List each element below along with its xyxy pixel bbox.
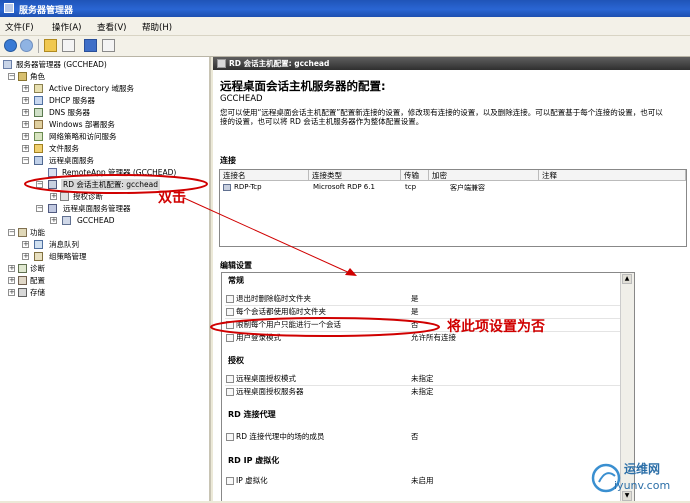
setting-highlight	[210, 317, 440, 337]
annotation-set-no: 将此项设置为否	[447, 319, 545, 335]
annotation-double-click: 双击	[158, 190, 186, 206]
watermark-brand: 运维网	[624, 462, 661, 476]
annotation-overlay	[24, 174, 440, 337]
arrow-line	[183, 197, 353, 275]
watermark: 运维网 iyunv.com	[590, 452, 690, 501]
watermark-url: iyunv.com	[614, 479, 671, 492]
